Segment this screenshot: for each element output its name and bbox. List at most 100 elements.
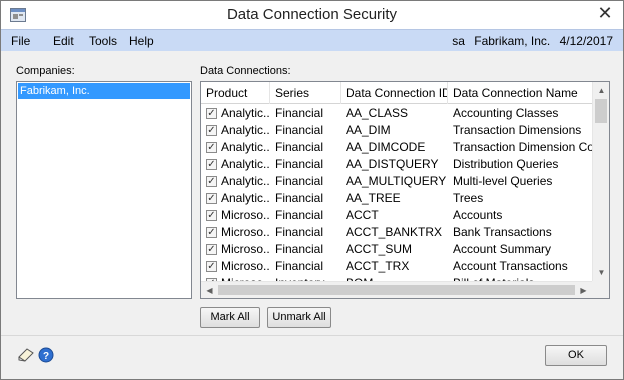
unmark-all-button[interactable]: Unmark All — [267, 307, 331, 328]
cell-series: Financial — [275, 106, 324, 120]
cell-connection-name: Account Transactions — [453, 259, 568, 273]
cell-connection-id: AA_MULTIQUERY — [346, 174, 447, 188]
data-connections-label: Data Connections: — [200, 65, 291, 77]
row-checkbox[interactable]: ✓ — [206, 227, 217, 238]
cell-connection-name: Transaction Dimensions — [453, 123, 582, 137]
cell-product: Microso... — [221, 242, 270, 256]
cell-connection-id: ACCT_BANKTRX — [346, 225, 443, 239]
companies-label: Companies: — [16, 65, 75, 77]
grid-header: Product Series Data Connection ID Data C… — [201, 82, 592, 104]
cell-connection-name: Account Summary — [453, 242, 552, 256]
row-checkbox[interactable]: ✓ — [206, 108, 217, 119]
table-row[interactable]: ✓ Analytic... Financial AA_DIM Transacti… — [201, 122, 592, 139]
table-row[interactable]: ✓ Analytic... Financial AA_CLASS Account… — [201, 105, 592, 122]
table-row[interactable]: ✓ Analytic... Financial AA_TREE Trees — [201, 190, 592, 207]
cell-connection-name: Multi-level Queries — [453, 174, 553, 188]
cell-connection-name: Trees — [453, 191, 484, 205]
table-row[interactable]: ✓ Analytic... Financial AA_MULTIQUERY Mu… — [201, 173, 592, 190]
cell-series: Financial — [275, 123, 324, 137]
cell-connection-id: AA_TREE — [346, 191, 401, 205]
menu-help[interactable]: Help — [129, 34, 154, 48]
cell-product: Analytic... — [221, 157, 270, 171]
cell-connection-name: Distribution Queries — [453, 157, 559, 171]
table-row[interactable]: ✓ Microso... Financial ACCT_BANKTRX Bank… — [201, 224, 592, 241]
cell-series: Financial — [275, 191, 324, 205]
svg-text:?: ? — [43, 351, 49, 362]
scroll-right-icon[interactable]: ▶ — [575, 282, 592, 298]
ok-button[interactable]: OK — [545, 345, 607, 366]
scroll-down-icon[interactable]: ▼ — [593, 264, 609, 281]
cell-connection-id: AA_DIMCODE — [346, 140, 426, 154]
title-bar[interactable]: Data Connection Security ✕ — [1, 1, 623, 29]
cell-connection-name: Accounting Classes — [453, 106, 559, 120]
column-header-series[interactable]: Series — [270, 82, 341, 104]
cell-connection-id: ACCT_TRX — [346, 259, 410, 273]
column-header-product[interactable]: Product — [201, 82, 270, 104]
table-row[interactable]: ✓ Microso... Financial ACCT Accounts — [201, 207, 592, 224]
close-button[interactable]: ✕ — [597, 4, 613, 22]
cell-connection-id: AA_DISTQUERY — [346, 157, 439, 171]
cell-connection-id: AA_DIM — [346, 123, 391, 137]
table-row[interactable]: ✓ Microso... Financial ACCT_TRX Account … — [201, 258, 592, 275]
cell-series: Financial — [275, 157, 324, 171]
cell-connection-id: ACCT — [346, 208, 379, 222]
mark-all-button[interactable]: Mark All — [200, 307, 260, 328]
cell-connection-name: Accounts — [453, 208, 503, 222]
cell-connection-id: AA_CLASS — [346, 106, 409, 120]
cell-series: Financial — [275, 208, 324, 222]
row-checkbox[interactable]: ✓ — [206, 125, 217, 136]
column-header-connection-id[interactable]: Data Connection ID — [341, 82, 448, 104]
help-icon[interactable]: ? — [38, 347, 54, 363]
cell-product: Analytic... — [221, 140, 270, 154]
dialog-window: Data Connection Security ✕ File Edit Too… — [0, 0, 624, 380]
vertical-scroll-thumb[interactable] — [595, 99, 607, 123]
cell-product: Analytic... — [221, 106, 270, 120]
row-checkbox[interactable]: ✓ — [206, 142, 217, 153]
vertical-scrollbar[interactable]: ▲ ▼ — [592, 82, 609, 281]
horizontal-scrollbar[interactable]: ◀ ▶ — [201, 281, 592, 298]
table-row[interactable]: ✓ Analytic... Financial AA_DISTQUERY Dis… — [201, 156, 592, 173]
cell-series: Financial — [275, 225, 324, 239]
cell-product: Analytic... — [221, 123, 270, 137]
cell-product: Microso... — [221, 225, 270, 239]
cell-product: Analytic... — [221, 191, 270, 205]
note-icon[interactable] — [17, 347, 35, 363]
scroll-left-icon[interactable]: ◀ — [201, 282, 218, 298]
data-connections-grid[interactable]: Product Series Data Connection ID Data C… — [200, 81, 610, 299]
row-checkbox[interactable]: ✓ — [206, 193, 217, 204]
window-title: Data Connection Security — [226, 6, 398, 23]
column-header-connection-name[interactable]: Data Connection Name — [448, 82, 592, 104]
scroll-up-icon[interactable]: ▲ — [593, 82, 609, 99]
status-company: Fabrikam, Inc. — [474, 34, 551, 48]
status-date: 4/12/2017 — [559, 34, 613, 48]
company-item-fabrikam[interactable]: Fabrikam, Inc. — [18, 83, 190, 99]
row-checkbox[interactable]: ✓ — [206, 176, 217, 187]
menu-edit[interactable]: Edit — [53, 34, 74, 48]
cell-connection-id: ACCT_SUM — [346, 242, 413, 256]
cell-product: Analytic... — [221, 174, 270, 188]
companies-list[interactable]: Fabrikam, Inc. — [16, 81, 192, 299]
row-checkbox[interactable]: ✓ — [206, 210, 217, 221]
table-row[interactable]: ✓ Microso... Financial ACCT_SUM Account … — [201, 241, 592, 258]
cell-series: Financial — [275, 259, 324, 273]
footer-divider — [1, 335, 623, 336]
status-user: sa — [452, 34, 465, 48]
scrollbar-corner — [592, 281, 609, 298]
table-row[interactable]: ✓ Analytic... Financial AA_DIMCODE Trans… — [201, 139, 592, 156]
cell-series: Financial — [275, 242, 324, 256]
row-checkbox[interactable]: ✓ — [206, 159, 217, 170]
cell-series: Financial — [275, 174, 324, 188]
horizontal-scroll-thumb[interactable] — [218, 285, 575, 295]
cell-connection-name: Bank Transactions — [453, 225, 552, 239]
row-checkbox[interactable]: ✓ — [206, 261, 217, 272]
cell-connection-name: Transaction Dimension Codes — [453, 140, 592, 154]
session-status: sa Fabrikam, Inc. 4/12/2017 — [446, 34, 613, 48]
row-checkbox[interactable]: ✓ — [206, 244, 217, 255]
cell-series: Financial — [275, 140, 324, 154]
cell-product: Microso... — [221, 208, 270, 222]
menu-file[interactable]: File — [11, 34, 30, 48]
cell-product: Microso... — [221, 259, 270, 273]
menu-bar: File Edit Tools Help sa Fabrikam, Inc. 4… — [1, 29, 623, 51]
menu-tools[interactable]: Tools — [89, 34, 117, 48]
grid-rows: ✓ Analytic... Financial AA_CLASS Account… — [201, 105, 592, 285]
